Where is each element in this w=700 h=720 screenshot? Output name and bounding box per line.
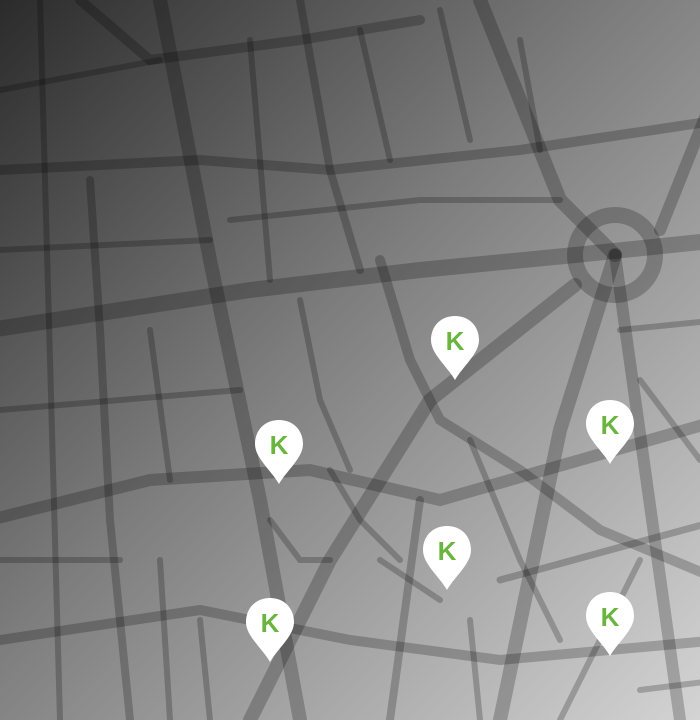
- marker-glyph: K: [270, 430, 289, 460]
- map-pin-icon: K: [423, 526, 471, 590]
- marker-glyph: K: [261, 608, 280, 638]
- marker-glyph: K: [446, 326, 465, 356]
- marker-pin[interactable]: K: [254, 418, 304, 486]
- map-pin-icon: K: [586, 400, 634, 464]
- marker-pin[interactable]: K: [430, 314, 480, 382]
- map-pin-icon: K: [255, 420, 303, 484]
- marker-pin[interactable]: K: [585, 398, 635, 466]
- marker-pin[interactable]: K: [422, 524, 472, 592]
- marker-glyph: K: [601, 410, 620, 440]
- marker-glyph: K: [601, 602, 620, 632]
- marker-glyph: K: [438, 536, 457, 566]
- map-pin-icon: K: [431, 316, 479, 380]
- marker-pin[interactable]: K: [245, 596, 295, 664]
- marker-pin[interactable]: K: [585, 590, 635, 658]
- map-canvas[interactable]: K K K K K K: [0, 0, 700, 720]
- map-pin-icon: K: [246, 598, 294, 662]
- map-pin-icon: K: [586, 592, 634, 656]
